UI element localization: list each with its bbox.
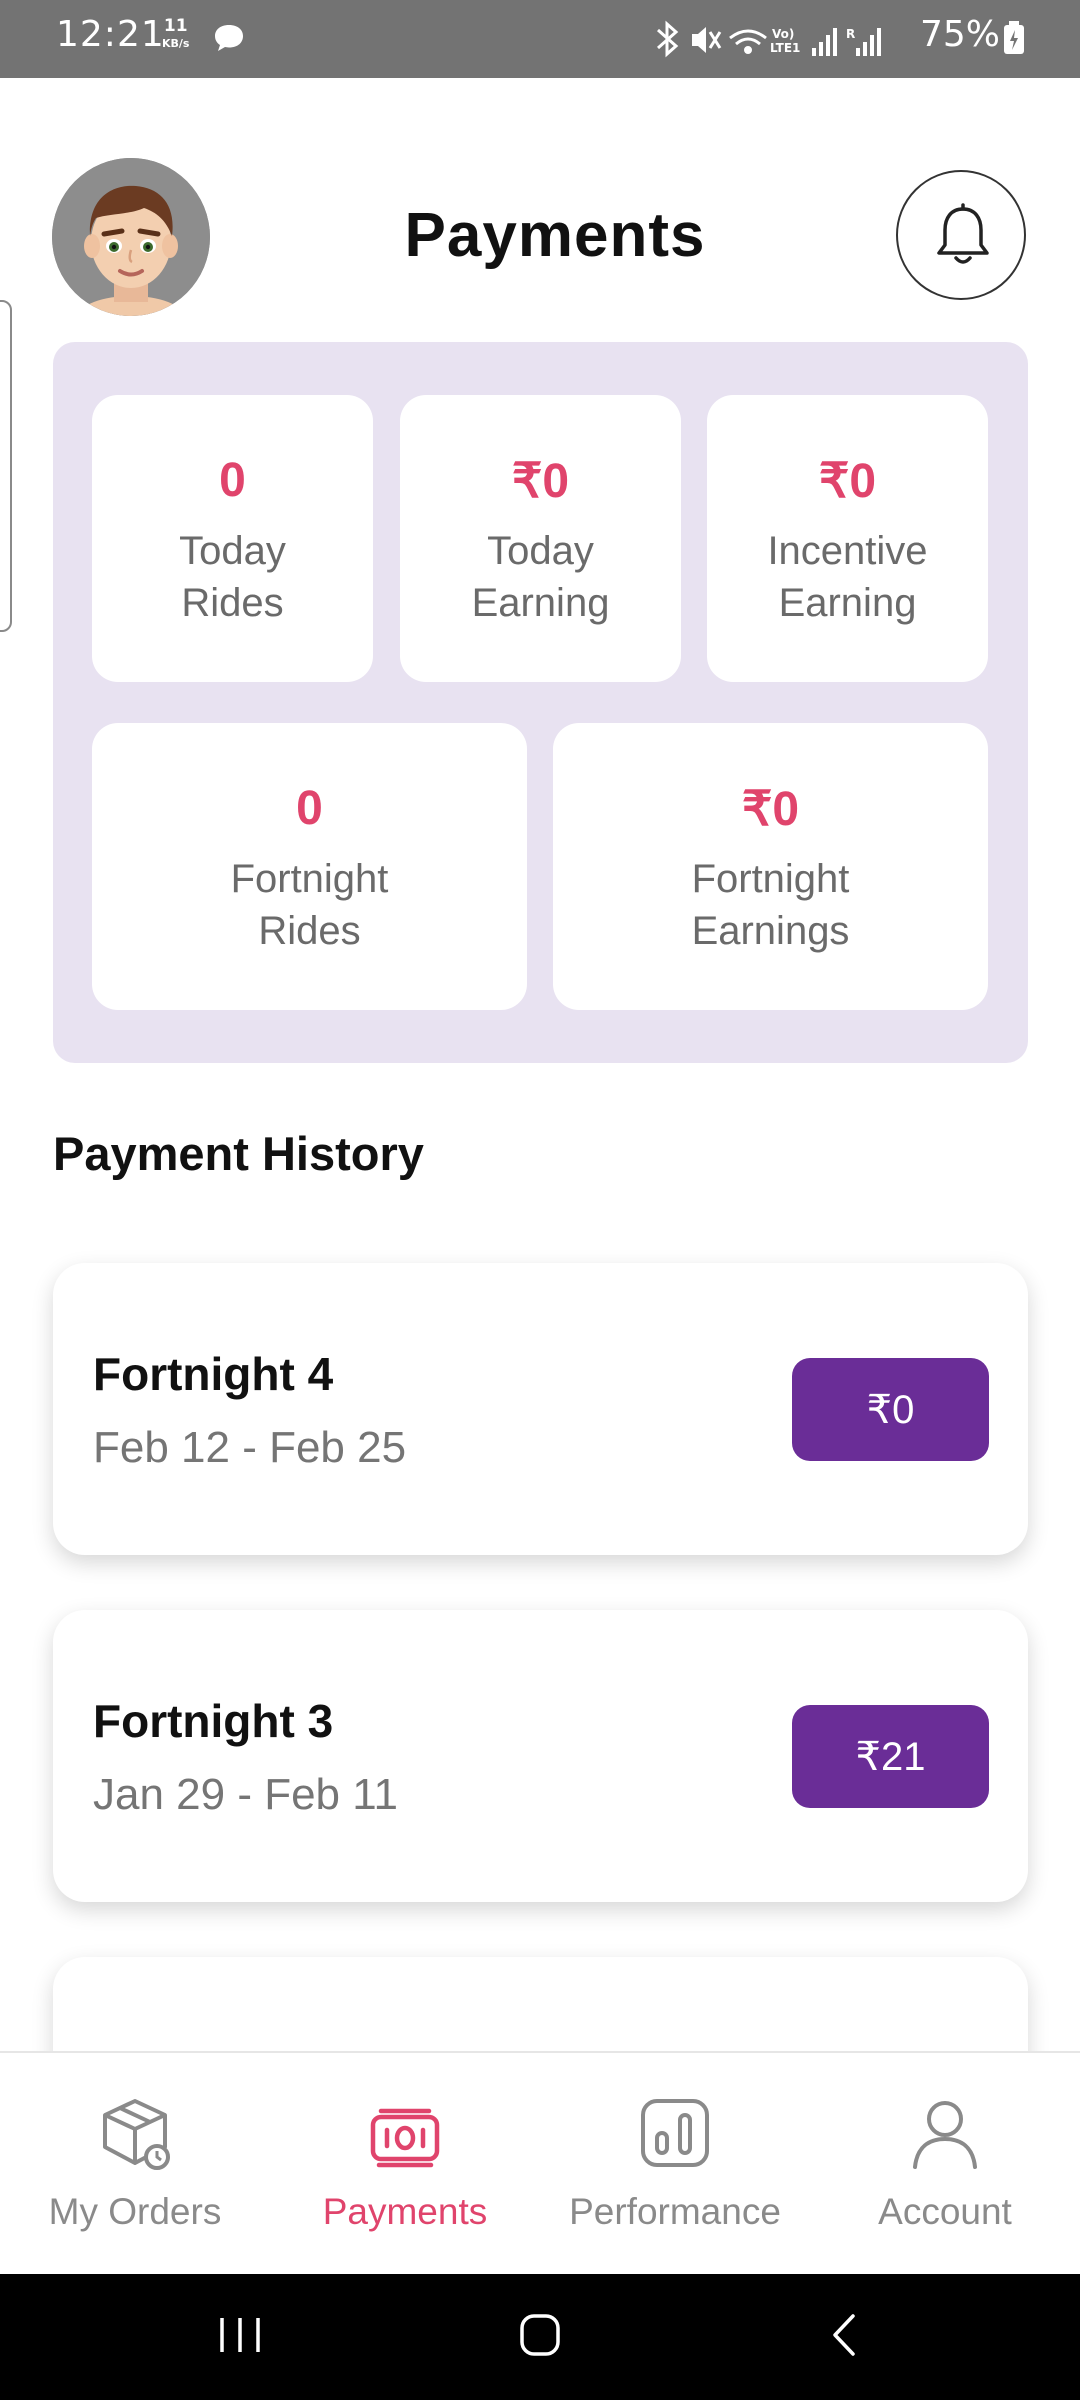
box-icon [103, 2099, 170, 2170]
bluetooth-icon [657, 20, 679, 58]
stat-card-today-earning: ₹0 Today Earning [400, 395, 681, 682]
mute-icon [692, 27, 722, 53]
nav-label-performance: Performance [569, 2191, 781, 2232]
today-earning-label-line1: Today [487, 529, 594, 573]
fortnight-earnings-label: Fortnight Earnings [553, 853, 988, 957]
today-earning-label: Today Earning [400, 525, 681, 629]
avatar-memoji [52, 158, 210, 316]
history-card[interactable]: Fortnight 4 Feb 12 - Feb 25 ₹0 [53, 1263, 1028, 1555]
recent-apps-icon[interactable] [210, 2310, 270, 2360]
bottom-nav: My Orders Payments Performance Account [0, 2051, 1080, 2276]
edge-panel-handle[interactable] [0, 300, 12, 632]
home-icon[interactable] [510, 2310, 570, 2360]
history-card[interactable]: Fortnight 3 Jan 29 - Feb 11 ₹21 [53, 1610, 1028, 1902]
back-icon[interactable] [815, 2310, 875, 2360]
battery-percent: 75% [920, 14, 1001, 55]
fortnight-rides-label-line2: Rides [258, 909, 361, 953]
chart-icon [641, 2099, 709, 2167]
chat-bubble-icon [212, 22, 246, 58]
nav-label-payments: Payments [322, 2191, 488, 2232]
signal-icon [812, 28, 837, 56]
nav-label-my-orders: My Orders [48, 2191, 222, 2232]
today-rides-label-line2: Rides [181, 581, 284, 625]
nav-item-my-orders[interactable]: My Orders [0, 2053, 270, 2276]
network-speed-value: 11 [163, 16, 188, 36]
fortnight-earnings-value: ₹0 [741, 783, 800, 836]
network-speed: 11 KB/s [162, 18, 189, 52]
today-earning-label-line2: Earning [471, 581, 610, 625]
amount-button[interactable]: ₹21 [792, 1705, 989, 1808]
status-icons: Vo) LTE1 R [652, 18, 912, 66]
nav-item-performance[interactable]: Performance [540, 2053, 810, 2276]
payment-history-title: Payment History [53, 1127, 424, 1180]
signal-roaming-icon: R [846, 27, 881, 56]
stats-panel: 0 Today Rides ₹0 Today Earning ₹0 Incent… [53, 342, 1028, 1063]
history-card-title: Fortnight 4 [93, 1348, 334, 1400]
today-rides-label-line1: Today [179, 529, 286, 573]
nav-item-payments[interactable]: Payments [270, 2053, 540, 2276]
stat-card-today-rides: 0 Today Rides [92, 395, 373, 682]
payments-icon [370, 2108, 440, 2168]
history-card-title: Fortnight 3 [93, 1695, 334, 1747]
fortnight-earnings-label-line2: Earnings [691, 909, 850, 953]
fortnight-rides-label: Fortnight Rides [92, 853, 527, 957]
incentive-earning-label-line1: Incentive [767, 529, 928, 573]
history-card-dates: Jan 29 - Feb 11 [93, 1770, 398, 1819]
stat-card-incentive-earning: ₹0 Incentive Earning [707, 395, 988, 682]
fortnight-rides-label-line1: Fortnight [230, 857, 389, 901]
svg-text:LTE1: LTE1 [770, 41, 800, 55]
svg-text:Vo): Vo) [772, 27, 794, 41]
today-rides-value: 0 [219, 454, 246, 507]
status-bar: 12:21 11 KB/s Vo) LTE1 R 75% [0, 0, 1080, 78]
person-icon [913, 2101, 977, 2169]
volte-icon: Vo) LTE1 [770, 27, 800, 55]
payments-screen: 12:21 11 KB/s Vo) LTE1 R 75% Payments 0 … [0, 0, 1080, 2400]
incentive-earning-label: Incentive Earning [707, 525, 988, 629]
notifications-button[interactable] [896, 170, 1026, 300]
incentive-earning-value: ₹0 [818, 455, 877, 508]
today-rides-label: Today Rides [92, 525, 373, 629]
amount-button[interactable]: ₹0 [792, 1358, 989, 1461]
network-speed-unit: KB/s [162, 37, 190, 50]
page-title: Payments [404, 201, 706, 270]
fortnight-rides-value: 0 [296, 782, 323, 835]
wifi-icon [729, 29, 767, 54]
nav-label-account: Account [878, 2191, 1012, 2232]
today-earning-value: ₹0 [511, 455, 570, 508]
battery-icon [1002, 20, 1026, 60]
status-time: 12:21 [56, 14, 165, 55]
nav-item-account[interactable]: Account [810, 2053, 1080, 2276]
history-card-dates: Feb 12 - Feb 25 [93, 1423, 407, 1472]
stat-card-fortnight-rides: 0 Fortnight Rides [92, 723, 527, 1010]
svg-text:R: R [846, 27, 855, 41]
system-nav-bar [0, 2274, 1080, 2400]
bell-icon [937, 203, 989, 264]
avatar[interactable] [52, 158, 210, 316]
incentive-earning-label-line2: Earning [778, 581, 917, 625]
stat-card-fortnight-earnings: ₹0 Fortnight Earnings [553, 723, 988, 1010]
fortnight-earnings-label-line1: Fortnight [691, 857, 850, 901]
